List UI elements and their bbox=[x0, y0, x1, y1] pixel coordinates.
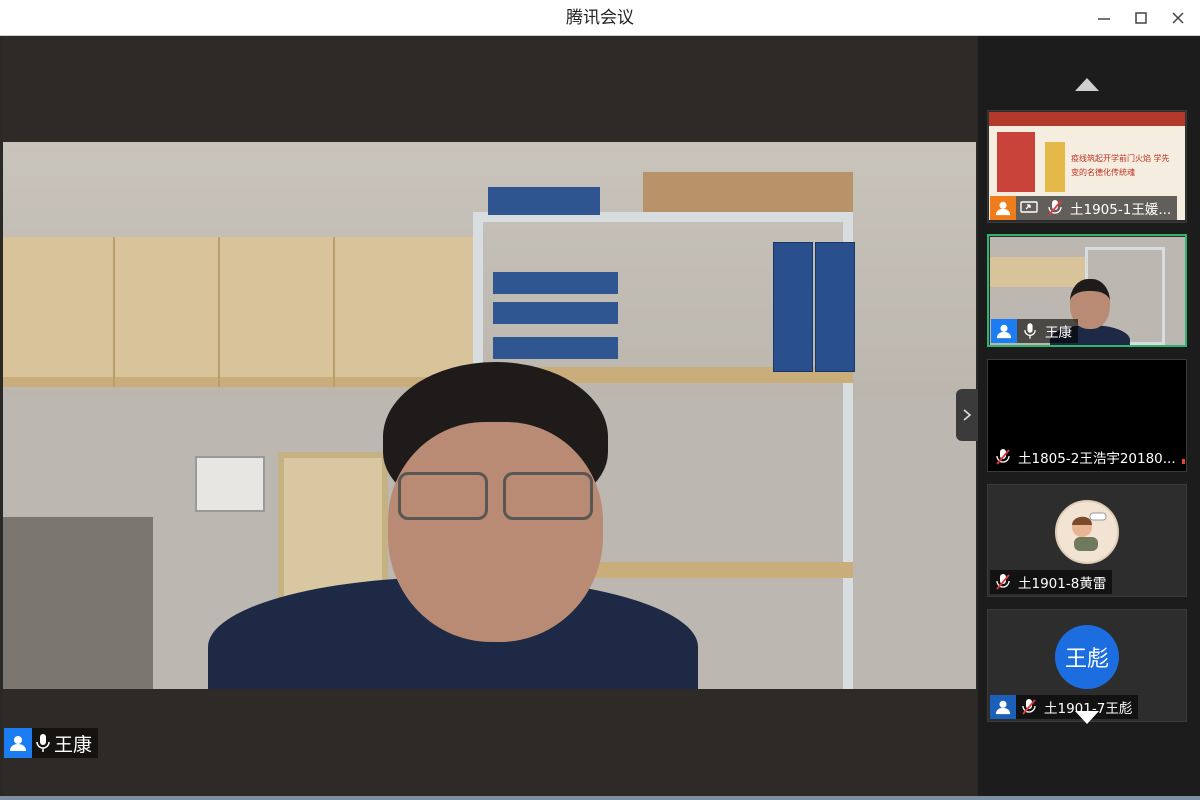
main-speaker-mic bbox=[32, 728, 54, 758]
chevron-right-icon bbox=[963, 409, 972, 421]
participant-label: 土1905-1王媛... bbox=[990, 196, 1178, 220]
video-scene-detail bbox=[113, 237, 115, 387]
video-scene-binder bbox=[815, 242, 855, 372]
participant-name: 土1905-1王媛... bbox=[1070, 202, 1172, 218]
video-scene-cabinet bbox=[990, 257, 1085, 287]
mic-muted-badge bbox=[1042, 196, 1068, 220]
user-icon bbox=[10, 736, 26, 751]
mic-muted-icon bbox=[1022, 699, 1036, 715]
participant-name: 土1901-8黄雷 bbox=[1018, 576, 1107, 592]
close-icon bbox=[1172, 12, 1184, 24]
main-speaker-name: 王康 bbox=[54, 733, 93, 756]
slide-image bbox=[997, 132, 1035, 192]
participant-name: 土1805-2王浩宇20180... bbox=[1018, 451, 1176, 467]
participant-avatar bbox=[1055, 500, 1119, 564]
arrow-up-icon[interactable] bbox=[1075, 78, 1099, 91]
user-icon bbox=[996, 324, 1012, 339]
minimize-button[interactable] bbox=[1084, 0, 1124, 36]
video-scene-box bbox=[643, 172, 853, 212]
video-scene-binder bbox=[773, 242, 813, 372]
video-scene-tray bbox=[493, 272, 618, 294]
video-scene-safe bbox=[3, 517, 153, 689]
user-icon bbox=[995, 201, 1011, 216]
glasses-lens bbox=[503, 472, 593, 520]
slide-image bbox=[1045, 142, 1065, 192]
mic-badge bbox=[1017, 319, 1043, 343]
main-speaker-user-badge bbox=[4, 728, 32, 758]
screen-share-icon bbox=[1020, 201, 1038, 213]
video-scene-tray bbox=[493, 337, 618, 359]
video-scene-tray bbox=[493, 302, 618, 324]
signal-icon bbox=[1181, 450, 1186, 464]
mic-icon bbox=[36, 734, 50, 752]
participant-avatar: 王彪 bbox=[1055, 625, 1119, 689]
mic-muted-icon bbox=[996, 449, 1010, 465]
participant-tile[interactable]: 王彪 土1901-7王彪 bbox=[987, 609, 1187, 722]
close-button[interactable] bbox=[1158, 0, 1198, 36]
mic-icon bbox=[1024, 323, 1036, 339]
window-title: 腾讯会议 bbox=[566, 8, 634, 28]
main-video-feed bbox=[3, 142, 976, 689]
sidebar-toggle-button[interactable] bbox=[956, 389, 978, 441]
main-video-area[interactable] bbox=[3, 36, 976, 798]
participant-label: 土1805-2王浩宇20180... bbox=[990, 445, 1186, 469]
main-speaker-name-tag: 王康 bbox=[4, 728, 99, 758]
video-person-glasses bbox=[398, 472, 598, 522]
cartoon-avatar-icon bbox=[1072, 512, 1107, 551]
video-person-face bbox=[388, 422, 603, 642]
mic-muted-icon bbox=[1048, 200, 1062, 216]
participant-tile[interactable]: 疫线筑起开学前门火焰 学先变的名德化传统魂 土1905-1王媛... bbox=[987, 110, 1187, 223]
mic-muted-badge bbox=[990, 570, 1016, 594]
user-badge bbox=[991, 319, 1017, 343]
screen-share-badge bbox=[1016, 196, 1042, 220]
user-badge bbox=[990, 695, 1016, 719]
title-bar: 腾讯会议 bbox=[0, 0, 1200, 36]
slide-title: 疫线筑起开学前门火焰 学先变的名德化传统魂 bbox=[1071, 154, 1170, 177]
glasses-lens bbox=[398, 472, 488, 520]
taskbar-strip bbox=[0, 796, 1200, 800]
minimize-icon bbox=[1098, 18, 1110, 20]
mic-muted-badge bbox=[990, 445, 1016, 469]
participant-label: 王康 bbox=[991, 319, 1078, 343]
user-badge bbox=[990, 196, 1016, 220]
arrow-down-icon[interactable] bbox=[1075, 711, 1099, 724]
mic-muted-icon bbox=[996, 574, 1010, 590]
participant-name: 王康 bbox=[1045, 325, 1072, 341]
participant-tile[interactable]: 土1901-8黄雷 bbox=[987, 484, 1187, 597]
video-person bbox=[208, 362, 698, 689]
maximize-button[interactable] bbox=[1121, 0, 1161, 36]
video-scene-box bbox=[488, 187, 600, 215]
mic-muted-badge bbox=[1016, 695, 1042, 719]
participant-tile[interactable]: 土1805-2王浩宇20180... bbox=[987, 359, 1187, 472]
participant-tile-active[interactable]: 王康 bbox=[987, 234, 1187, 347]
slide-header-bar bbox=[989, 112, 1185, 126]
participant-label: 土1901-7王彪 bbox=[990, 695, 1139, 719]
participant-label: 土1901-8黄雷 bbox=[990, 570, 1113, 594]
user-icon bbox=[995, 700, 1011, 715]
maximize-icon bbox=[1135, 12, 1147, 24]
